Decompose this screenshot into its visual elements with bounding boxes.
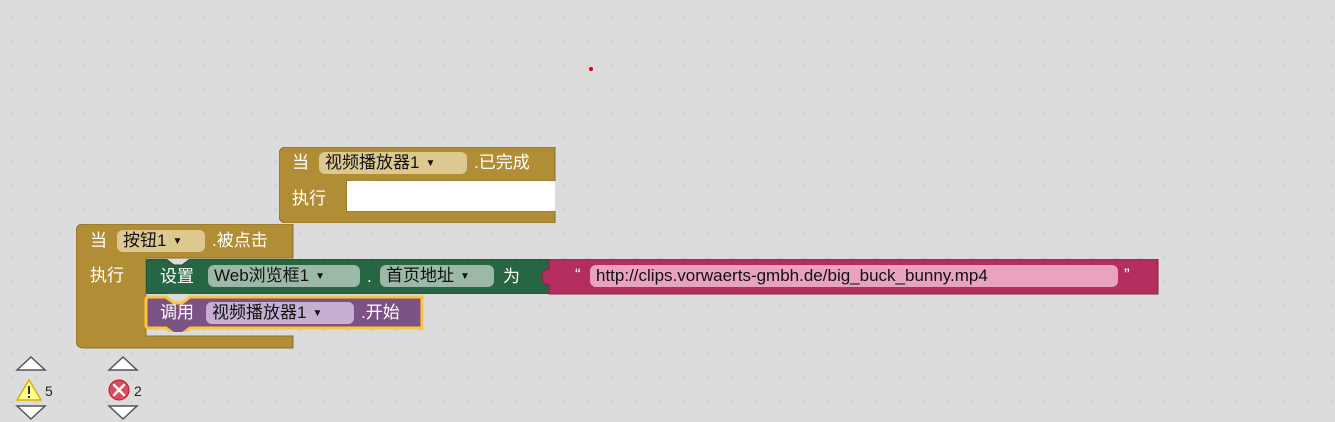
error-count: 2 (134, 383, 142, 399)
event-name-label: .被点击 (212, 231, 268, 250)
do-label: 执行 (292, 189, 326, 208)
component-dropdown-label: 按钮1 (123, 231, 167, 250)
dot-label: . (367, 267, 372, 286)
component-dropdown[interactable]: 按钮1 ▼ (117, 230, 205, 252)
error-icon (108, 379, 130, 401)
property-dropdown[interactable]: 首页地址 ▼ (380, 265, 494, 287)
cursor-marker (589, 67, 593, 71)
workspace-grid[interactable] (0, 0, 1335, 422)
close-quote: ” (1124, 265, 1130, 284)
chevron-down-icon: ▼ (172, 236, 183, 247)
chevron-down-icon: ▼ (312, 308, 323, 319)
event-block-player-completed[interactable]: 当 视频播放器1 ▼ .已完成 执行 (279, 147, 559, 223)
component-dropdown-label: 视频播放器1 (212, 303, 307, 322)
text-string-block[interactable]: “ http://clips.vorwaerts-gmbh.de/big_buc… (539, 259, 1159, 295)
call-label: 调用 (160, 303, 194, 322)
warning-count: 5 (45, 383, 53, 399)
chevron-down-icon: ▼ (425, 158, 436, 169)
chevron-down-icon: ▼ (460, 271, 470, 282)
text-value-field[interactable]: http://clips.vorwaerts-gmbh.de/big_buck_… (590, 265, 1118, 287)
warning-prev-arrow-icon[interactable] (15, 355, 47, 373)
call-method-block[interactable]: 调用 视频播放器1 ▼ .开始 (144, 295, 426, 332)
when-label: 当 (292, 153, 309, 172)
error-next-arrow-icon[interactable] (107, 404, 139, 422)
method-label: .开始 (361, 303, 400, 322)
component-dropdown[interactable]: Web浏览框1 ▼ (208, 265, 360, 287)
set-property-block[interactable]: 设置 Web浏览框1 ▼ . 首页地址 ▼ 为 (146, 259, 554, 294)
warning-next-arrow-icon[interactable] (15, 404, 47, 422)
property-dropdown-label: 首页地址 (386, 266, 454, 285)
do-label: 执行 (90, 266, 124, 285)
text-value: http://clips.vorwaerts-gmbh.de/big_buck_… (596, 266, 988, 285)
warning-icon (16, 378, 42, 401)
open-quote: “ (575, 265, 581, 284)
chevron-down-icon: ▼ (315, 271, 326, 282)
set-label: 设置 (160, 267, 194, 286)
to-label: 为 (503, 267, 520, 286)
component-dropdown-label: 视频播放器1 (325, 153, 420, 172)
error-prev-arrow-icon[interactable] (107, 355, 139, 373)
component-dropdown-label: Web浏览框1 (214, 266, 310, 285)
component-dropdown[interactable]: 视频播放器1 ▼ (206, 302, 354, 324)
component-dropdown[interactable]: 视频播放器1 ▼ (319, 152, 467, 174)
event-name-label: .已完成 (474, 153, 530, 172)
when-label: 当 (90, 231, 107, 250)
